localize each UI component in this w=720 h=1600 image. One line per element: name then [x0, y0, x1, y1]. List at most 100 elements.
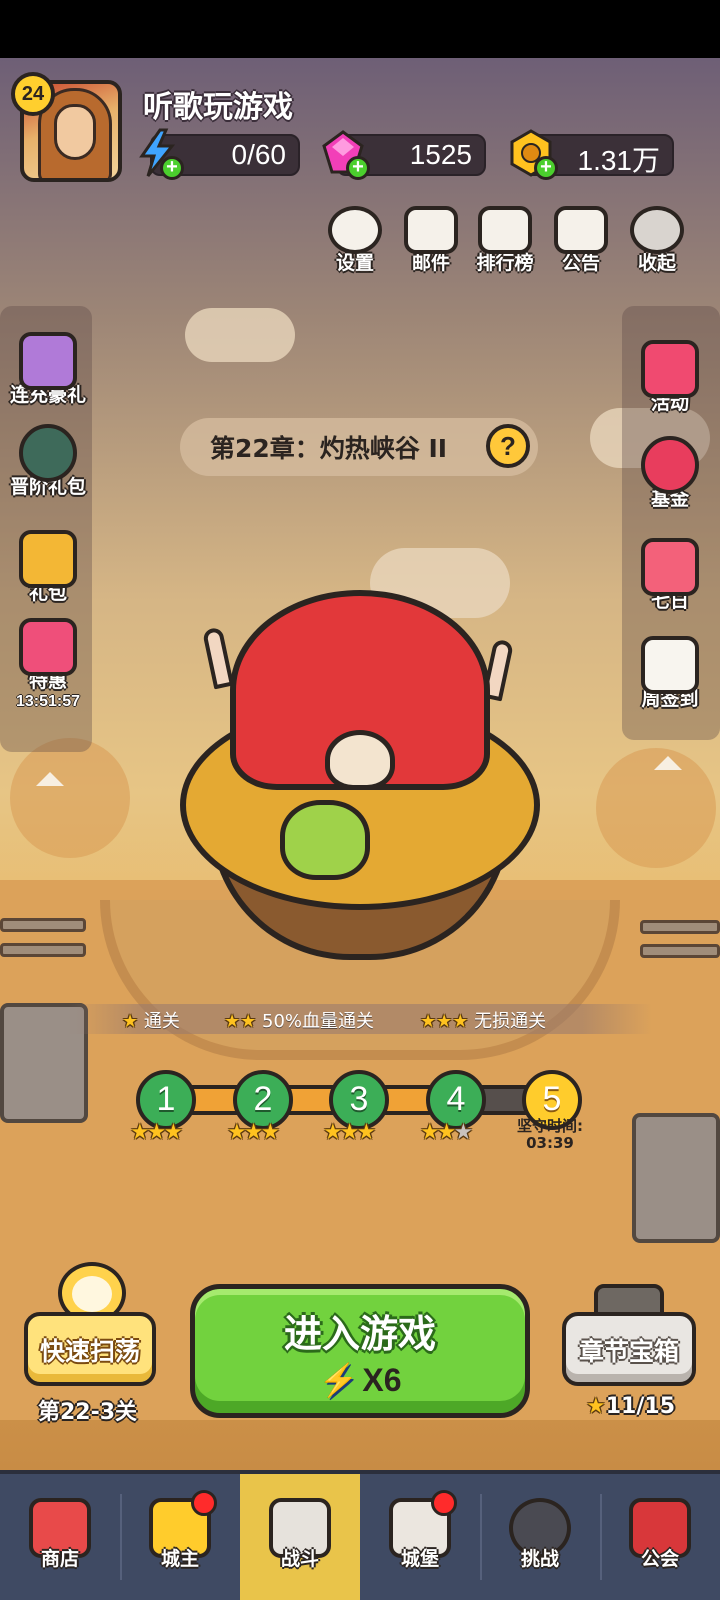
gear-icon: [328, 206, 382, 254]
chapter-chest-label: 章节宝箱: [578, 1337, 679, 1366]
sweep-stage-label: 第22-3关: [38, 1400, 138, 1425]
gift-pack-button[interactable]: 礼包: [0, 530, 96, 605]
energy-add-button[interactable]: +: [132, 128, 184, 180]
help-button[interactable]: ?: [486, 424, 530, 468]
tab-castle-label: 城堡: [400, 1548, 439, 1570]
gem-value: 1525: [409, 139, 472, 170]
defend-time-label: 坚守时间:: [517, 1117, 583, 1135]
energy-cost-value: X6: [362, 1362, 402, 1398]
recharge-gift-button[interactable]: 连充豪礼: [0, 332, 96, 407]
left-panel-expand-caret[interactable]: [36, 772, 64, 786]
star-icon: ★★: [420, 1120, 456, 1145]
objective-2: ★★ 50%血量通关: [224, 1007, 374, 1033]
chapter-chest-button[interactable]: 章节宝箱: [562, 1312, 696, 1386]
settings-button[interactable]: 设置: [322, 206, 388, 280]
tab-challenge[interactable]: 挑战: [480, 1474, 600, 1600]
tab-lord-label: 城主: [160, 1548, 199, 1570]
cloud: [185, 308, 295, 362]
announcement-button[interactable]: 公告: [548, 206, 614, 280]
bar-chart-icon: [478, 206, 532, 254]
tab-castle[interactable]: 城堡: [360, 1474, 480, 1600]
chest-progress: ★11/15: [586, 1394, 675, 1419]
stage-4-stars: ★★★: [420, 1120, 473, 1145]
enter-game-button[interactable]: 进入游戏 ⚡ X6: [190, 1284, 530, 1418]
seven-day-button[interactable]: 七日: [622, 538, 718, 613]
notification-dot: [191, 1490, 217, 1516]
gem-add-button[interactable]: +: [318, 128, 370, 180]
gift-box-icon: [641, 538, 699, 596]
objective-3: ★★★ 无损通关: [420, 1007, 546, 1033]
level-badge: 24: [11, 72, 55, 116]
mail-button[interactable]: 邮件: [398, 206, 464, 280]
treasure-chest-icon: [19, 618, 77, 676]
chapter-banner: 第22章：灼热峡谷 II ?: [180, 418, 538, 476]
objectives-bar: ★ 通关 ★★ 50%血量通关 ★★★ 无损通关: [68, 1004, 652, 1034]
player-name: 听歌玩游戏: [143, 90, 293, 125]
fence: [640, 920, 720, 934]
tab-battle-label: 战斗: [280, 1548, 319, 1570]
hero-portrait-icon: [19, 424, 77, 482]
rock: [632, 1113, 720, 1243]
tab-lord[interactable]: 城主: [120, 1474, 240, 1600]
notification-dot: [431, 1490, 457, 1516]
lightning-icon: ⚡: [318, 1362, 359, 1398]
right-panel-expand-caret[interactable]: [654, 756, 682, 770]
megaphone-icon: [554, 206, 608, 254]
objective-1: ★ 通关: [122, 1007, 180, 1033]
quick-sweep-button[interactable]: 快速扫荡: [24, 1312, 156, 1386]
defend-time: 坚守时间: 03:39: [505, 1118, 595, 1152]
avatar-face: [54, 104, 96, 160]
fence: [0, 918, 86, 932]
gold-add-button[interactable]: +: [506, 128, 558, 180]
star-empty-icon: ★: [453, 1120, 473, 1145]
events-button[interactable]: 活动: [622, 340, 718, 415]
energy-cost: ⚡ X6: [195, 1361, 525, 1399]
star-icon: ★★★: [130, 1120, 183, 1145]
star-icon: ★★★: [420, 1011, 469, 1032]
objective-label: 50%血量通关: [262, 1011, 375, 1032]
fence: [640, 944, 720, 958]
promotion-pack-button[interactable]: 晋阶礼包: [0, 424, 96, 499]
stage-2-stars: ★★★: [227, 1120, 280, 1145]
quick-sweep-label: 快速扫荡: [39, 1337, 140, 1366]
special-offer-button[interactable]: 特惠 13:51:57: [0, 618, 96, 711]
chest-progress-value: 11/15: [605, 1394, 675, 1419]
star-icon: ★★: [224, 1011, 257, 1032]
gold-value: 1.31万: [577, 145, 661, 176]
stage-1-stars: ★★★: [130, 1120, 183, 1145]
money-bag-icon: [641, 436, 699, 494]
gift-icon: [19, 332, 77, 390]
play-circle-icon: [630, 206, 684, 254]
collapse-button[interactable]: 收起: [624, 206, 690, 280]
tree: [10, 738, 130, 858]
objective-label: 通关: [143, 1011, 180, 1032]
defend-time-value: 03:39: [526, 1134, 574, 1152]
star-icon: ★: [586, 1394, 606, 1419]
enter-game-label: 进入游戏: [283, 1312, 436, 1356]
fund-button[interactable]: 基金: [622, 436, 718, 511]
plus-icon: +: [160, 156, 184, 180]
tab-battle[interactable]: 战斗: [240, 1474, 360, 1600]
tab-guild[interactable]: 公会: [600, 1474, 720, 1600]
star-icon: ★★★: [323, 1120, 376, 1145]
tab-guild-label: 公会: [640, 1548, 679, 1570]
leaderboard-button[interactable]: 排行榜: [472, 206, 538, 280]
gift-star-icon: [641, 340, 699, 398]
tab-shop-label: 商店: [40, 1548, 79, 1570]
special-offer-timer: 13:51:57: [15, 693, 81, 710]
stage-3-stars: ★★★: [323, 1120, 376, 1145]
fence: [0, 943, 86, 957]
calendar-check-icon: [641, 636, 699, 694]
tab-shop[interactable]: 商店: [0, 1474, 120, 1600]
clock-dial: [72, 1276, 112, 1312]
weekly-checkin-button[interactable]: 周签到: [622, 636, 718, 711]
status-bar: [0, 0, 720, 58]
energy-value: 0/60: [231, 139, 287, 170]
star-icon: ★: [122, 1011, 139, 1032]
gift-box-icon: [19, 530, 77, 588]
star-icon: ★★★: [227, 1120, 280, 1145]
plus-icon: +: [346, 156, 370, 180]
goblin-character: [280, 800, 370, 880]
plus-icon: +: [534, 156, 558, 180]
skull-emblem: [325, 730, 395, 790]
